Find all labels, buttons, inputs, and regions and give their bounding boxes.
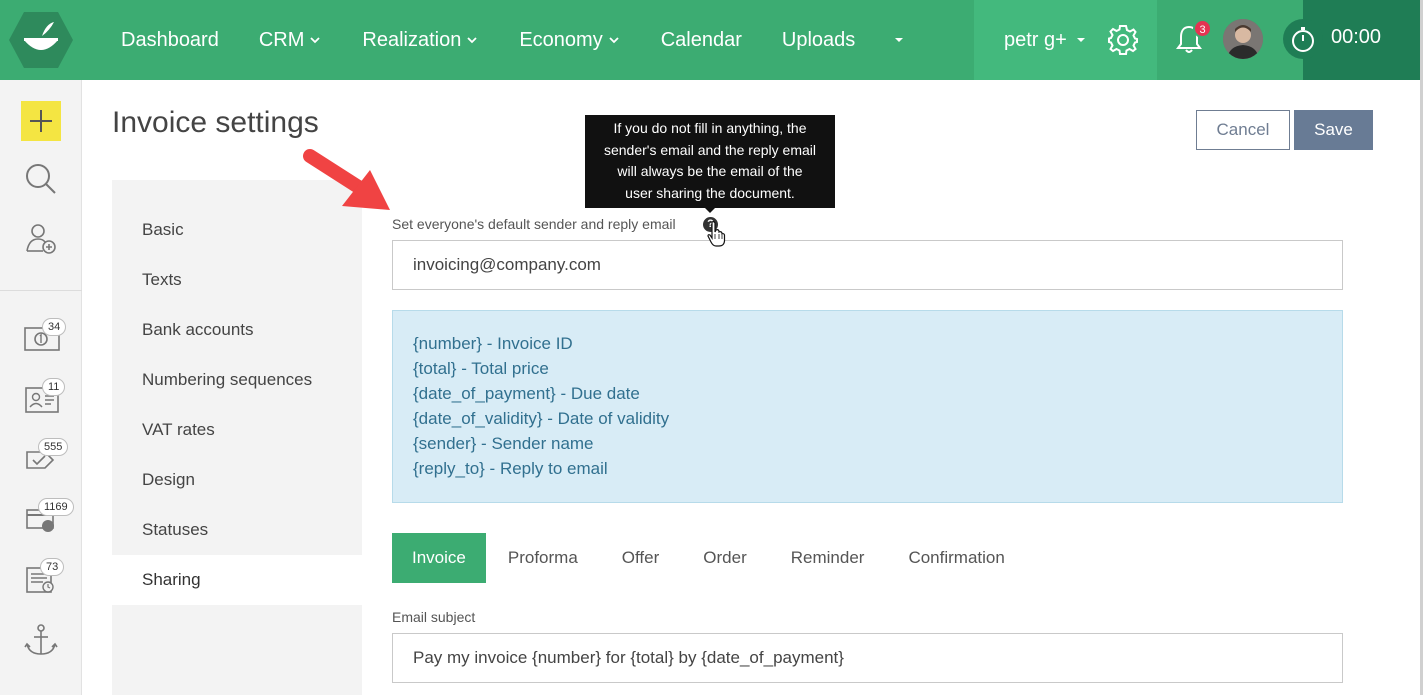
tooltip-line: will always be the email of the <box>617 163 803 179</box>
money-count-badge: 34 <box>42 318 67 336</box>
rail-divider <box>0 290 82 291</box>
timesheets-count-badge: 73 <box>40 558 65 576</box>
tab-invoice[interactable]: Invoice <box>392 533 486 583</box>
nav-economy[interactable]: Economy <box>499 0 640 80</box>
add-button[interactable] <box>21 101 61 141</box>
left-icon-rail: 34 11 555 1169 73 <box>0 80 82 695</box>
avatar[interactable] <box>1223 19 1263 59</box>
placeholder-line: {date_of_validity} - Date of validity <box>413 409 670 428</box>
user-photo-icon <box>1223 19 1263 59</box>
annotation-arrow-icon <box>303 149 390 210</box>
chevron-down-icon <box>467 37 477 44</box>
caret-down-icon <box>895 38 904 42</box>
nav-crm[interactable]: CRM <box>239 0 343 80</box>
main-nav: Dashboard CRM Realization Economy Calend… <box>101 0 923 80</box>
settings-section-nav: Basic Texts Bank accounts Numbering sequ… <box>112 180 362 695</box>
tab-offer[interactable]: Offer <box>600 533 681 583</box>
email-subject-label: Email subject <box>392 609 476 625</box>
nav-calendar-label: Calendar <box>660 28 742 51</box>
top-navigation-bar: Dashboard CRM Realization Economy Calend… <box>0 0 1423 80</box>
plus-icon <box>30 110 52 132</box>
add-user-icon[interactable] <box>21 219 61 259</box>
logo-bowl-icon <box>9 12 73 68</box>
placeholder-line: {date_of_payment} - Due date <box>413 384 640 403</box>
notification-badge: 3 <box>1193 19 1212 38</box>
timer-button[interactable] <box>1283 19 1323 59</box>
nav-crm-label: CRM <box>258 28 305 51</box>
nav-economy-label: Economy <box>519 28 603 51</box>
nav-calendar[interactable]: Calendar <box>641 0 762 80</box>
time-tracker[interactable]: 00:00 <box>1283 0 1423 80</box>
tab-proforma[interactable]: Proforma <box>486 533 600 583</box>
contacts-count-badge: 11 <box>42 378 66 396</box>
tab-reminder[interactable]: Reminder <box>769 533 887 583</box>
app-logo[interactable] <box>8 10 74 70</box>
settings-nav-bank-accounts[interactable]: Bank accounts <box>112 305 362 355</box>
settings-nav-statuses[interactable]: Statuses <box>112 505 362 555</box>
nav-dashboard[interactable]: Dashboard <box>101 0 239 80</box>
nav-dashboard-label: Dashboard <box>121 28 219 51</box>
user-name[interactable]: petr g+ <box>1004 29 1087 52</box>
placeholders-info-box: {number} - Invoice ID {total} - Total pr… <box>392 310 1343 503</box>
nav-realization[interactable]: Realization <box>342 0 499 80</box>
help-tooltip: If you do not fill in anything, the send… <box>585 115 835 208</box>
settings-nav-design[interactable]: Design <box>112 455 362 505</box>
tasks-count-badge: 555 <box>38 438 69 456</box>
save-button[interactable]: Save <box>1294 110 1373 150</box>
timer-value: 00:00 <box>1331 26 1382 48</box>
user-menu[interactable]: petr g+ <box>974 0 1157 80</box>
stopwatch-icon <box>1292 27 1314 52</box>
nav-uploads-label: Uploads <box>781 28 856 51</box>
tooltip-line: If you do not fill in anything, the <box>613 120 807 136</box>
tooltip-line: user sharing the document. <box>625 184 795 201</box>
default-email-label: Set everyone's default sender and reply … <box>392 216 676 232</box>
document-type-tabs: Invoice Proforma Offer Order Reminder Co… <box>392 533 1027 583</box>
user-name-label: petr g+ <box>1004 28 1067 51</box>
caret-down-icon <box>1076 38 1085 42</box>
chevron-down-icon <box>310 37 321 44</box>
cancel-button[interactable]: Cancel <box>1196 110 1290 150</box>
payments-count-badge: 1169 <box>38 498 74 516</box>
tab-order[interactable]: Order <box>681 533 768 583</box>
hand-pointer-cursor-icon <box>707 221 726 247</box>
tab-confirmation[interactable]: Confirmation <box>886 533 1026 583</box>
tooltip-line: sender's email and the reply email <box>603 141 816 158</box>
settings-nav-vat-rates[interactable]: VAT rates <box>112 405 362 455</box>
page-title: Invoice settings <box>112 106 319 139</box>
placeholder-line: {number} - Invoice ID <box>413 334 573 353</box>
nav-realization-label: Realization <box>362 28 462 51</box>
gear-icon[interactable] <box>1106 23 1140 57</box>
search-icon[interactable] <box>21 159 61 199</box>
settings-nav-texts[interactable]: Texts <box>112 255 362 305</box>
placeholder-line: {sender} - Sender name <box>413 434 594 453</box>
default-email-field[interactable] <box>392 240 1343 290</box>
chevron-down-icon <box>609 37 619 44</box>
tooltip-arrow <box>704 207 716 213</box>
placeholder-line: {total} - Total price <box>413 359 549 378</box>
nav-more-dropdown[interactable] <box>875 0 923 80</box>
email-subject-field[interactable] <box>392 633 1343 683</box>
nav-uploads[interactable]: Uploads <box>762 0 875 80</box>
settings-nav-numbering-sequences[interactable]: Numbering sequences <box>112 355 362 405</box>
placeholder-line: {reply_to} - Reply to email <box>413 459 608 478</box>
anchor-icon[interactable] <box>21 620 61 660</box>
settings-nav-sharing[interactable]: Sharing <box>112 555 362 605</box>
